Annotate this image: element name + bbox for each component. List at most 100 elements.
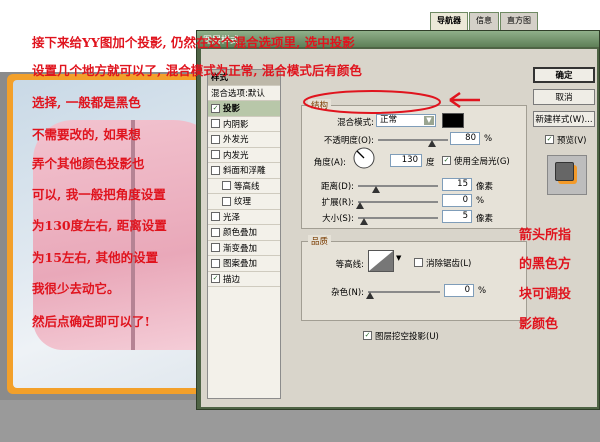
style-item-checkbox[interactable] [211, 274, 220, 284]
annotation-right-line-3: 块可调投 [519, 287, 572, 302]
style-item-checkbox[interactable] [211, 165, 220, 175]
style-item-label: 等高线 [234, 181, 260, 192]
contour-preview-icon[interactable] [368, 250, 394, 272]
new-style-button[interactable]: 新建样式(W)... [533, 111, 595, 127]
annotation-line-10: 然后点确定即可以了! [32, 314, 150, 329]
contour-dropdown-icon[interactable]: ▼ [396, 254, 401, 262]
ok-button[interactable]: 确定 [533, 67, 595, 83]
quality-group: 品质 等高线: ▼ 消除锯齿(L) 杂色(N): 0 % [301, 235, 527, 321]
antialias-label: 消除锯齿(L) [426, 259, 472, 269]
highlight-ellipse [303, 90, 480, 114]
distance-input[interactable]: 15 [442, 178, 472, 191]
size-input[interactable]: 5 [442, 210, 472, 223]
annotation-line-8: 为15左右, 其他的设置 [32, 250, 159, 265]
style-item-checkbox[interactable] [211, 119, 220, 129]
annotation-line-2: 设置几个地方就可以了, 混合模式为正常, 混合模式后有颜色 [32, 63, 362, 78]
global-light-checkbox[interactable] [442, 156, 451, 165]
style-item-5[interactable]: 斜面和浮雕 [208, 163, 280, 179]
style-item-label: 斜面和浮雕 [223, 166, 266, 177]
style-item-10[interactable]: 渐变叠加 [208, 241, 280, 256]
spread-slider[interactable] [358, 201, 438, 203]
style-item-12[interactable]: 描边 [208, 272, 280, 287]
size-slider[interactable] [358, 217, 438, 219]
style-item-7[interactable]: 纹理 [208, 194, 280, 210]
noise-slider[interactable] [368, 291, 440, 293]
noise-slider-thumb[interactable] [366, 292, 374, 299]
spread-label: 扩展(R): [321, 198, 354, 208]
noise-label: 杂色(N): [331, 288, 364, 298]
style-item-4[interactable]: 内发光 [208, 148, 280, 163]
noise-input[interactable]: 0 [444, 284, 474, 297]
style-item-checkbox[interactable] [222, 196, 231, 206]
style-item-label: 光泽 [223, 212, 241, 223]
style-item-1[interactable]: 投影 [208, 101, 280, 117]
annotation-right-line-1: 箭头所指 [519, 228, 572, 243]
style-item-3[interactable]: 外发光 [208, 132, 280, 148]
style-item-checkbox[interactable] [211, 227, 220, 237]
style-item-checkbox[interactable] [222, 181, 231, 191]
distance-label: 距离(D): [320, 182, 354, 192]
annotation-right-line-2: 的黑色方 [519, 257, 572, 272]
opacity-label: 不透明度(O): [323, 136, 374, 146]
cancel-button[interactable]: 取消 [533, 89, 595, 105]
quality-title: 品质 [308, 235, 332, 247]
size-unit: 像素 [476, 214, 494, 224]
noise-unit: % [478, 286, 487, 296]
style-item-checkbox[interactable] [211, 212, 220, 222]
angle-dial-icon[interactable] [352, 146, 376, 170]
style-item-label: 纹理 [234, 197, 252, 208]
style-item-checkbox[interactable] [211, 243, 220, 253]
style-preview-box [547, 155, 587, 195]
angle-label: 角度(A): [313, 158, 346, 168]
annotation-line-1: 接下来给YY图加个投影, 仍然在这个混合选项里, 选中投影 [32, 35, 355, 50]
opacity-slider[interactable] [378, 139, 448, 141]
annotation-line-6: 可以, 我一般把角度设置 [32, 187, 166, 202]
distance-slider[interactable] [358, 185, 438, 187]
global-light-label: 使用全局光(G) [454, 157, 510, 167]
annotation-right-line-4: 影颜色 [519, 317, 559, 332]
antialias-checkbox[interactable] [414, 258, 423, 267]
style-list: 样式 混合选项:默认 投影内阴影外发光内发光斜面和浮雕等高线纹理光泽颜色叠加渐变… [207, 69, 281, 399]
style-item-checkbox[interactable] [211, 150, 220, 160]
annotation-line-5: 弄个其他颜色投影也 [32, 156, 145, 171]
knockout-checkbox[interactable] [363, 331, 372, 340]
tab-navigator[interactable]: 导航器 [430, 12, 468, 30]
style-item-label: 图案叠加 [223, 259, 258, 270]
style-item-checkbox[interactable] [211, 134, 220, 144]
style-item-6[interactable]: 等高线 [208, 179, 280, 194]
style-item-2[interactable]: 内阴影 [208, 117, 280, 132]
annotation-line-7: 为130度左右, 距离设置 [32, 218, 167, 233]
tab-histogram[interactable]: 直方图 [500, 12, 538, 30]
spread-slider-thumb[interactable] [356, 202, 364, 209]
style-item-11[interactable]: 图案叠加 [208, 256, 280, 272]
angle-input[interactable]: 130 [390, 154, 422, 167]
size-label: 大小(S): [322, 214, 354, 224]
navigator-tabs: 导航器 信息 直方图 [430, 12, 539, 30]
style-item-blending-options[interactable]: 混合选项:默认 [208, 86, 280, 101]
style-item-label: 内阴影 [223, 119, 249, 130]
spread-unit: % [476, 196, 485, 206]
opacity-slider-thumb[interactable] [428, 140, 436, 147]
distance-slider-thumb[interactable] [372, 186, 380, 193]
knockout-label: 图层挖空投影(U) [375, 332, 439, 342]
preview-swatch [555, 162, 574, 181]
layer-style-dialog: 图层样式 样式 混合选项:默认 投影内阴影外发光内发光斜面和浮雕等高线纹理光泽颜… [196, 30, 600, 410]
contour-label: 等高线: [335, 260, 364, 270]
style-item-checkbox[interactable] [211, 258, 220, 268]
annotation-line-4: 不需要改的, 如果想 [32, 127, 141, 142]
style-item-label: 外发光 [223, 135, 249, 146]
spread-input[interactable]: 0 [442, 194, 472, 207]
annotation-line-9: 我很少去动它。 [32, 281, 120, 296]
annotation-line-3: 选择, 一般都是黑色 [32, 95, 141, 110]
style-item-8[interactable]: 光泽 [208, 210, 280, 225]
style-item-label: 内发光 [223, 150, 249, 161]
preview-label: 预览(V) [557, 136, 587, 146]
opacity-input[interactable]: 80 [450, 132, 480, 145]
preview-checkbox[interactable] [545, 135, 554, 144]
style-item-label: 颜色叠加 [223, 228, 258, 239]
style-item-checkbox[interactable] [211, 103, 220, 113]
style-item-label: 投影 [223, 104, 241, 115]
tab-info[interactable]: 信息 [469, 12, 499, 30]
size-slider-thumb[interactable] [360, 218, 368, 225]
style-item-9[interactable]: 颜色叠加 [208, 225, 280, 241]
